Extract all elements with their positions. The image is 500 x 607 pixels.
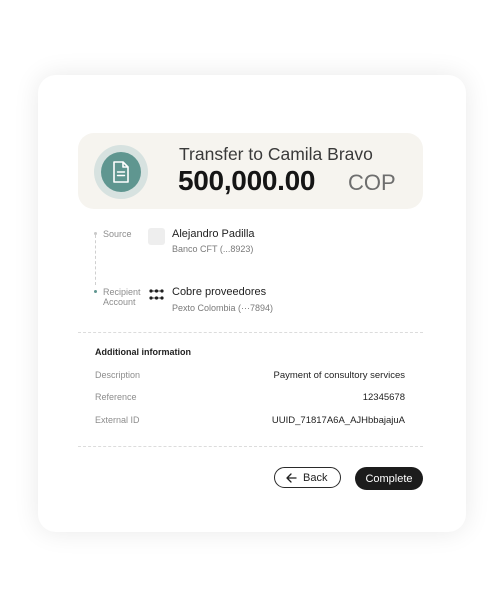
section-divider-top xyxy=(78,332,423,333)
back-button[interactable]: Back xyxy=(274,467,341,488)
recipient-label-line2: Account xyxy=(103,297,136,307)
recipient-name: Cobre proveedores xyxy=(172,286,267,298)
back-button-label: Back xyxy=(303,472,328,484)
transfer-currency: COP xyxy=(348,170,396,195)
bank-logo-icon xyxy=(148,228,165,245)
complete-button[interactable]: Complete xyxy=(355,467,423,490)
document-icon xyxy=(101,152,141,192)
source-name: Alejandro Padilla xyxy=(172,228,255,240)
transfer-amount: 500,000.00 xyxy=(178,165,316,196)
section-divider-bottom xyxy=(78,446,423,447)
recipient-logo-icon xyxy=(148,286,165,303)
transfer-card: Transfer to Camila Bravo 500,000.00 COP … xyxy=(38,75,466,532)
document-icon-badge xyxy=(94,145,148,199)
reference-value: 12345678 xyxy=(362,392,405,403)
additional-info-title: Additional information xyxy=(95,347,191,357)
external-id-label: External ID xyxy=(95,415,140,425)
recipient-detail: Pexto Colombia (···7894) xyxy=(172,303,274,313)
description-value: Payment of consultory services xyxy=(273,370,405,381)
external-id-value: UUID_71817A6A_AJHbbajajuA xyxy=(271,415,405,426)
transfer-summary: Transfer to Camila Bravo 500,000.00 COP xyxy=(78,133,423,209)
description-label: Description xyxy=(95,370,141,380)
transfer-title: Transfer to Camila Bravo xyxy=(179,144,373,164)
source-detail: Banco CFT (...8923) xyxy=(172,244,254,254)
recipient-timeline-dot xyxy=(94,290,97,293)
recipient-label: Recipient Account xyxy=(103,287,141,307)
reference-label: Reference xyxy=(95,392,137,402)
timeline-connector xyxy=(95,235,96,285)
source-timeline-dot xyxy=(94,232,97,235)
recipient-label-line1: Recipient xyxy=(103,287,141,297)
source-label: Source xyxy=(103,229,132,239)
arrow-left-icon xyxy=(286,473,297,486)
